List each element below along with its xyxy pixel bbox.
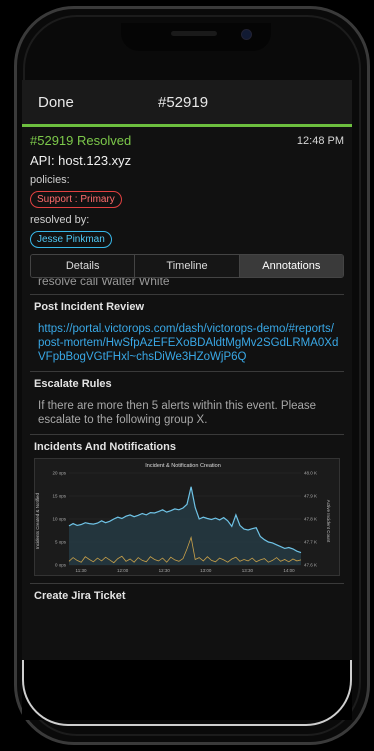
chart-y2-tick: 48.0 K xyxy=(304,471,317,476)
annotation-incidents-notifications: Incidents And Notifications Incident & N… xyxy=(30,435,344,584)
incident-chart[interactable]: Incident & Notification Creation Inciden… xyxy=(34,458,340,576)
navigation-bar: Done #52919 xyxy=(22,80,352,127)
chart-y-tick: 0 ops xyxy=(55,563,67,568)
annotation-title: Create Jira Ticket xyxy=(34,590,126,602)
chart-y-label: Incidents Created & Notified xyxy=(35,492,40,549)
chart-title: Incident & Notification Creation xyxy=(145,463,221,469)
app-screen: Done #52919 #52919 Resolved 12:48 PM API… xyxy=(22,80,352,660)
resolver-badge[interactable]: Jesse Pinkman xyxy=(30,231,112,248)
chart-x-tick: 14:00 xyxy=(283,568,295,573)
chart-x-tick: 13:30 xyxy=(242,568,254,573)
nav-title: #52919 xyxy=(158,93,209,111)
annotation-previous: resolve call Walter White xyxy=(30,278,344,295)
annotation-title: Post Incident Review xyxy=(34,301,145,313)
chart-y2-tick: 47.6 K xyxy=(304,563,317,568)
post-mortem-link[interactable]: https://portal.victorops.com/dash/victor… xyxy=(34,322,340,364)
annotation-title: Incidents And Notifications xyxy=(34,441,176,453)
chart-y-tick: 20 ops xyxy=(52,471,66,476)
tab-bar: Details Timeline Annotations xyxy=(30,254,344,278)
tab-timeline[interactable]: Timeline xyxy=(134,255,239,277)
tab-annotations[interactable]: Annotations xyxy=(238,255,343,277)
chart-x-tick: 11:30 xyxy=(76,568,87,573)
annotation-title: Escalate Rules xyxy=(34,378,112,390)
phone-notch xyxy=(121,23,271,51)
chart-y2-tick: 47.7 K xyxy=(304,540,317,545)
annotation-create-jira: Create Jira Ticket xyxy=(30,584,344,609)
speaker-grille xyxy=(171,31,217,36)
chart-x-tick: 12:30 xyxy=(159,568,171,573)
chart-x-tick: 13:00 xyxy=(200,568,212,573)
chart-y2-label: Active Incident Count xyxy=(326,500,331,543)
incident-status: #52919 Resolved xyxy=(30,133,132,148)
chart-x-tick: 12:00 xyxy=(117,568,129,573)
chart-y2-tick: 47.9 K xyxy=(304,494,317,499)
incident-api: API: host.123.xyz xyxy=(30,153,132,168)
resolved-by-label: resolved by: xyxy=(30,214,90,226)
policies-label: policies: xyxy=(30,174,70,186)
annotation-escalate-rules: Escalate Rules If there are more then 5 … xyxy=(30,372,344,435)
chart-y2-tick: 47.8 K xyxy=(304,517,317,522)
incident-header: #52919 Resolved 12:48 PM API: host.123.x… xyxy=(22,127,352,248)
incident-time: 12:48 PM xyxy=(296,134,344,147)
chart-y-tick: 10 ops xyxy=(52,517,66,522)
done-button[interactable]: Done xyxy=(38,94,158,111)
tab-details[interactable]: Details xyxy=(31,255,135,277)
annotations-list: resolve call Walter White Post Incident … xyxy=(30,278,344,609)
chart-y-tick: 15 ops xyxy=(52,494,66,499)
incident-chart-svg: Incident & Notification Creation Inciden… xyxy=(35,459,331,575)
annotation-text: If there are more then 5 alerts within t… xyxy=(38,400,317,426)
screen-edge-outline xyxy=(22,660,352,726)
annotation-post-incident-review: Post Incident Review https://portal.vict… xyxy=(30,295,344,372)
chart-y-tick: 5 ops xyxy=(55,540,67,545)
policy-badge[interactable]: Support : Primary xyxy=(30,191,122,208)
front-camera xyxy=(241,29,252,40)
